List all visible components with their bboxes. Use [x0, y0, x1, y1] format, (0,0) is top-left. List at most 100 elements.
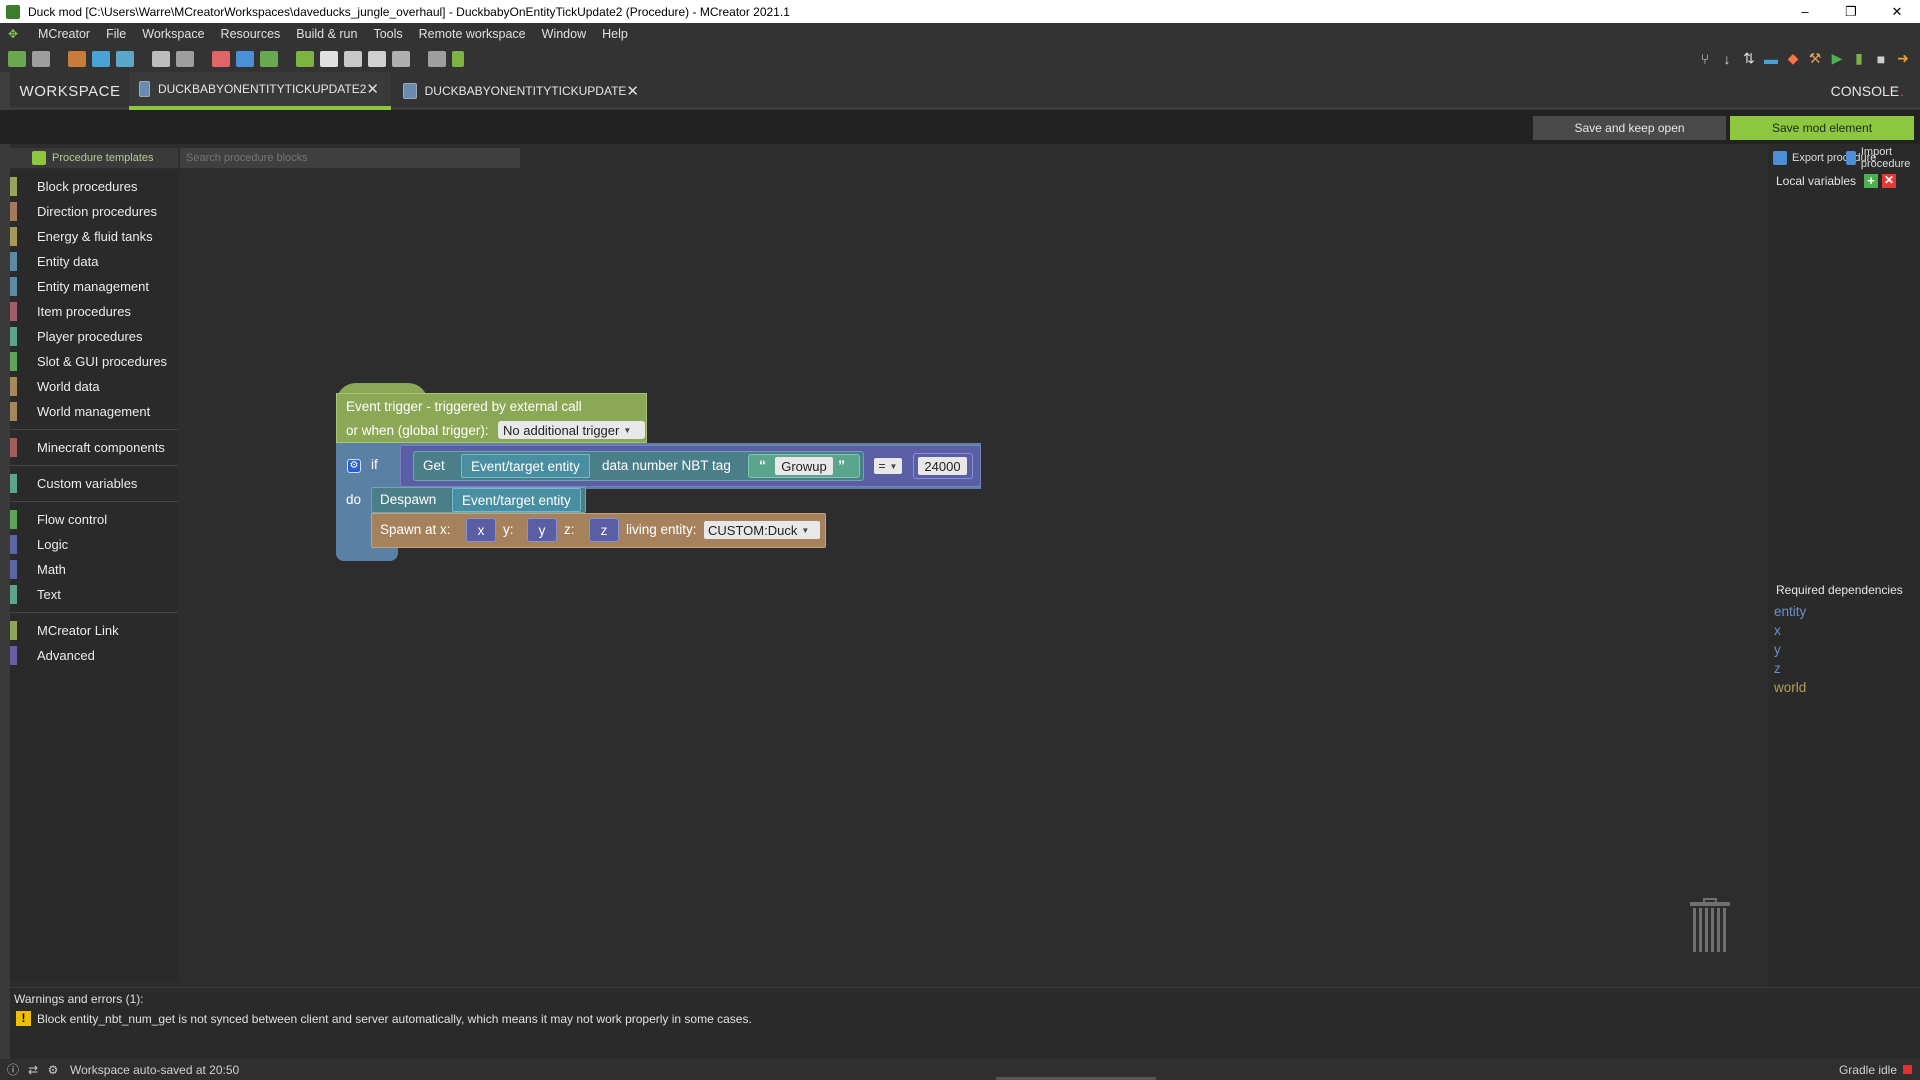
- tab-procedure-active[interactable]: DUCKBABYONENTITYTICKUPDATE2 ✕: [129, 72, 391, 110]
- stop-icon[interactable]: ■: [1870, 49, 1892, 69]
- y-label: y:: [503, 522, 514, 537]
- palette-custom-variables[interactable]: Custom variables: [10, 471, 178, 496]
- dependency-z: z: [1774, 661, 1781, 676]
- palette-mcreator-link[interactable]: MCreator Link: [10, 618, 178, 643]
- entity-type-dropdown[interactable]: CUSTOM:Duck ▼: [704, 521, 820, 539]
- event-entity-block[interactable]: Event/target entity: [461, 454, 590, 478]
- palette-math[interactable]: Math: [10, 557, 178, 582]
- mutator-gear-icon[interactable]: ⚙: [347, 459, 361, 473]
- network-icon[interactable]: ⇄: [26, 1063, 40, 1077]
- close-tab-icon[interactable]: ✕: [366, 80, 379, 98]
- push-icon[interactable]: ⇅: [1738, 49, 1760, 69]
- global-trigger-dropdown[interactable]: No additional trigger ▼: [498, 421, 645, 439]
- textures-icon[interactable]: [68, 50, 86, 67]
- save-mod-element-button[interactable]: Save mod element: [1730, 116, 1914, 140]
- model-import-icon[interactable]: [344, 50, 362, 67]
- tab-procedure[interactable]: DUCKBABYONENTITYTICKUPDATE ✕: [393, 72, 651, 110]
- event-trigger-label: Event trigger - triggered by external ca…: [346, 399, 582, 414]
- palette-item-procedures[interactable]: Item procedures: [10, 299, 178, 324]
- operator-dropdown[interactable]: = ▼: [874, 458, 902, 474]
- workspace-settings-icon[interactable]: [8, 50, 26, 67]
- palette-flow-control[interactable]: Flow control: [10, 507, 178, 532]
- menu-workspace[interactable]: Workspace: [134, 27, 212, 41]
- add-variable-icon[interactable]: +: [1864, 174, 1879, 188]
- palette-logic[interactable]: Logic: [10, 532, 178, 557]
- close-quote-icon: ”: [838, 457, 845, 473]
- save-keep-open-button[interactable]: Save and keep open: [1533, 116, 1726, 140]
- open-folder-icon[interactable]: ▬: [1760, 49, 1782, 69]
- regenerate-code-icon[interactable]: ◆: [1782, 49, 1804, 69]
- item-texture-icon[interactable]: [236, 50, 254, 67]
- info-icon[interactable]: ⓘ: [6, 1063, 20, 1077]
- close-tab-icon[interactable]: ✕: [626, 82, 639, 100]
- palette-advanced[interactable]: Advanced: [10, 643, 178, 668]
- palette-minecraft-components[interactable]: Minecraft components: [10, 435, 178, 460]
- animations-icon[interactable]: [176, 50, 194, 67]
- warning-icon: !: [16, 1011, 31, 1026]
- menu-help[interactable]: Help: [594, 27, 636, 41]
- palette-text[interactable]: Text: [10, 582, 178, 607]
- z-variable-block[interactable]: z: [589, 518, 619, 542]
- menu-window[interactable]: Window: [534, 27, 594, 41]
- event-trigger-block[interactable]: Event trigger - triggered by external ca…: [336, 393, 647, 443]
- minimize-button[interactable]: –: [1782, 0, 1828, 23]
- palette-player-procedures[interactable]: Player procedures: [10, 324, 178, 349]
- run-server-icon[interactable]: ▮: [1848, 49, 1870, 69]
- menu-mcreator[interactable]: MCreator: [30, 27, 98, 41]
- number-field[interactable]: 24000: [918, 457, 967, 475]
- menu-tools[interactable]: Tools: [365, 27, 410, 41]
- recipe-icon[interactable]: [296, 50, 314, 67]
- menu-build-run[interactable]: Build & run: [288, 27, 365, 41]
- tab-bar: WORKSPACE DUCKBABYONENTITYTICKUPDATE2 ✕ …: [0, 72, 1920, 110]
- armor-texture-icon[interactable]: [260, 50, 278, 67]
- sound-import-icon[interactable]: [320, 50, 338, 67]
- restore-button[interactable]: ❐: [1828, 0, 1874, 23]
- tab-console[interactable]: CONSOLE.: [1831, 72, 1904, 110]
- palette-block-procedures[interactable]: Block procedures: [10, 174, 178, 199]
- gear-icon[interactable]: ⚙: [46, 1063, 60, 1077]
- palette-world-management[interactable]: World management: [10, 399, 178, 424]
- blockly-workspace[interactable]: [178, 144, 1768, 987]
- sounds-icon[interactable]: [92, 50, 110, 67]
- structures-icon[interactable]: [116, 50, 134, 67]
- import-procedure-button[interactable]: Import procedure: [1846, 146, 1920, 170]
- procedure-templates-button[interactable]: Procedure templates: [10, 148, 178, 168]
- run-client-icon[interactable]: ▶: [1826, 49, 1848, 69]
- palette-world-data[interactable]: World data: [10, 374, 178, 399]
- export-mod-icon[interactable]: ➜: [1892, 49, 1914, 69]
- palette-energy-fluid[interactable]: Energy & fluid tanks: [10, 224, 178, 249]
- menu-file[interactable]: File: [98, 27, 134, 41]
- dependency-entity: entity: [1774, 604, 1807, 619]
- block-texture-icon[interactable]: [212, 50, 230, 67]
- search-blocks-input[interactable]: [180, 148, 520, 168]
- dropdown-arrow-icon: ▼: [623, 425, 632, 435]
- required-dependencies-title: Required dependencies: [1776, 583, 1903, 597]
- remove-variable-icon[interactable]: ✕: [1882, 174, 1897, 188]
- workspace-icon[interactable]: [32, 50, 50, 67]
- menu-remote-workspace[interactable]: Remote workspace: [411, 27, 534, 41]
- palette-slot-gui[interactable]: Slot & GUI procedures: [10, 349, 178, 374]
- structure-import-icon[interactable]: [368, 50, 386, 67]
- models-icon[interactable]: [152, 50, 170, 67]
- open-quote-icon: “: [759, 457, 766, 473]
- menu-resources[interactable]: Resources: [213, 27, 289, 41]
- palette-entity-data[interactable]: Entity data: [10, 249, 178, 274]
- pull-icon[interactable]: ↓: [1716, 49, 1738, 69]
- variables-icon[interactable]: [428, 50, 446, 67]
- animation-editor-icon[interactable]: [392, 50, 410, 67]
- palette-entity-management[interactable]: Entity management: [10, 274, 178, 299]
- git-branch-icon[interactable]: ⑂: [1694, 49, 1716, 69]
- nbt-tag-field[interactable]: Growup: [775, 457, 833, 475]
- tab-workspace[interactable]: WORKSPACE: [12, 72, 128, 110]
- event-entity-block[interactable]: Event/target entity: [452, 488, 581, 512]
- action-bar: Save and keep open Save mod element: [0, 110, 1920, 144]
- x-variable-block[interactable]: x: [466, 518, 496, 542]
- paint-icon[interactable]: [452, 50, 464, 67]
- build-icon[interactable]: ⚒: [1804, 49, 1826, 69]
- warning-message: Block entity_nbt_num_get is not synced b…: [37, 1012, 752, 1026]
- close-window-button[interactable]: ✕: [1874, 0, 1920, 23]
- y-variable-block[interactable]: y: [527, 518, 557, 542]
- dependencies-list: entity x y z world: [1774, 604, 1806, 699]
- palette-direction-procedures[interactable]: Direction procedures: [10, 199, 178, 224]
- trash-can-icon[interactable]: [1690, 898, 1730, 954]
